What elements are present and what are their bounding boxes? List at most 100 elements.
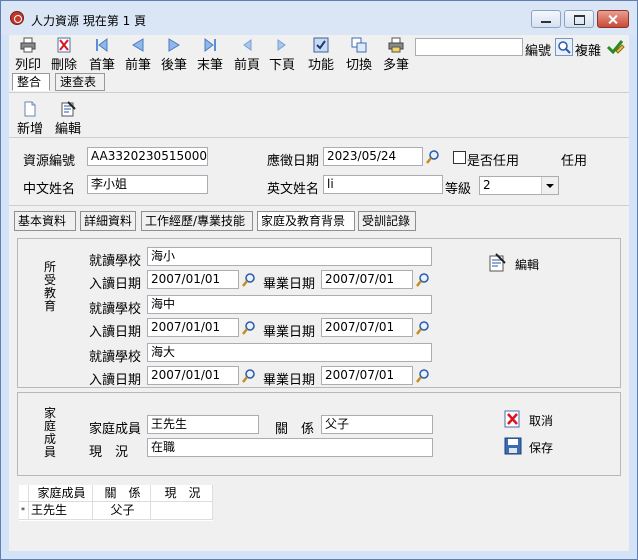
- resource-no-label: 資源編號: [23, 154, 76, 169]
- status-field[interactable]: 在職: [147, 438, 433, 457]
- relation-field[interactable]: 父子: [321, 415, 433, 434]
- first-record-button[interactable]: 首筆: [87, 35, 117, 75]
- next-page-button[interactable]: 下頁: [267, 35, 297, 75]
- school-field[interactable]: 海中: [147, 295, 432, 314]
- apply-date-field[interactable]: 2023/05/24: [323, 147, 423, 166]
- divider: [9, 92, 629, 93]
- app-globe-icon: [10, 11, 24, 25]
- multi-record-button[interactable]: 多筆: [381, 35, 411, 75]
- new-document-icon: [24, 101, 36, 117]
- relation-label: 關 係: [275, 422, 315, 437]
- last-record-icon: [204, 38, 216, 52]
- cancel-label: 取消: [529, 414, 554, 428]
- last-record-button[interactable]: 末筆: [195, 35, 225, 75]
- grad-date-label: 畢業日期: [263, 373, 316, 388]
- delete-icon: [57, 37, 71, 53]
- search-icon[interactable]: [555, 38, 573, 56]
- date-picker-icon[interactable]: [415, 272, 431, 288]
- grade-value: 2: [483, 178, 491, 192]
- previous-record-button[interactable]: 前筆: [123, 35, 153, 75]
- school-label: 就讀學校: [89, 254, 142, 269]
- tab-training-records[interactable]: 受訓記錄: [358, 211, 416, 231]
- english-name-label: 英文姓名: [267, 182, 320, 197]
- copy-label[interactable]: 複雜: [575, 40, 601, 59]
- resource-no-field[interactable]: AA33202305150001: [87, 147, 208, 166]
- chinese-name-field[interactable]: 李小姐: [87, 175, 208, 194]
- english-name-field[interactable]: li: [323, 175, 443, 194]
- enroll-date-label: 入讀日期: [89, 277, 142, 292]
- date-picker-icon[interactable]: [425, 149, 441, 165]
- school-label: 就讀學校: [89, 350, 142, 365]
- family-grid: 家庭成員 關 係 現 況 * 王先生 父子: [19, 485, 213, 521]
- record-number-search-input[interactable]: [415, 38, 523, 56]
- check-pencil-icon[interactable]: [605, 37, 625, 57]
- family-member-label: 家庭成員: [89, 422, 142, 437]
- edit-button[interactable]: 編輯: [53, 99, 83, 137]
- previous-page-button[interactable]: 前頁: [232, 35, 262, 75]
- tab-family-education[interactable]: 家庭及教育背景: [257, 211, 355, 231]
- tab-quick-lookup[interactable]: 速查表: [55, 73, 105, 91]
- tab-work-experience[interactable]: 工作經歷/專業技能: [141, 211, 253, 231]
- tab-details[interactable]: 詳細資料: [80, 211, 136, 231]
- printer-icon: [20, 37, 36, 53]
- grad-date-field[interactable]: 2007/07/01: [321, 270, 413, 289]
- search-label: 編號: [525, 44, 552, 59]
- date-picker-icon[interactable]: [415, 368, 431, 384]
- chinese-name-label: 中文姓名: [23, 182, 76, 197]
- add-button[interactable]: 新增: [15, 99, 45, 137]
- status-label: 現 況: [89, 445, 129, 460]
- enroll-date-field[interactable]: 2007/01/01: [147, 270, 239, 289]
- minimize-button[interactable]: [531, 10, 561, 28]
- enroll-date-label: 入讀日期: [89, 325, 142, 340]
- row-selector-icon[interactable]: *: [19, 502, 29, 520]
- next-record-button[interactable]: 後筆: [159, 35, 189, 75]
- switch-icon: [351, 37, 367, 53]
- function-icon: [313, 37, 329, 53]
- tab-integrated[interactable]: 整合: [12, 73, 50, 91]
- enroll-date-label: 入讀日期: [89, 373, 142, 388]
- divider: [9, 205, 629, 206]
- family-member-field[interactable]: 王先生: [147, 415, 259, 434]
- title-bar: 人力資源 現在第 1 頁: [1, 1, 637, 35]
- switch-button[interactable]: 切換: [344, 35, 374, 75]
- grade-label: 等級: [445, 182, 472, 197]
- date-picker-icon[interactable]: [241, 320, 257, 336]
- close-button[interactable]: [597, 10, 629, 28]
- apply-date-label: 應徵日期: [267, 154, 320, 169]
- enroll-date-field[interactable]: 2007/01/01: [147, 318, 239, 337]
- grad-date-field[interactable]: 2007/07/01: [321, 318, 413, 337]
- grad-date-field[interactable]: 2007/07/01: [321, 366, 413, 385]
- grid-cell-status[interactable]: [151, 502, 213, 520]
- tab-basic-info[interactable]: 基本資料: [14, 211, 76, 231]
- school-label: 就讀學校: [89, 302, 142, 317]
- grad-date-label: 畢業日期: [263, 325, 316, 340]
- column-header-status[interactable]: 現 況: [151, 485, 213, 502]
- hired-label: 是否任用: [467, 154, 520, 169]
- edit-document-icon: [61, 101, 76, 117]
- delete-button[interactable]: 刪除: [49, 35, 79, 75]
- date-picker-icon[interactable]: [241, 368, 257, 384]
- column-header-member[interactable]: 家庭成員: [29, 485, 93, 502]
- previous-record-icon: [132, 38, 144, 52]
- education-section-label: 所受教育: [43, 260, 56, 313]
- school-field[interactable]: 海小: [147, 247, 432, 266]
- chevron-down-icon[interactable]: [541, 177, 558, 194]
- print-button[interactable]: 列印: [13, 35, 43, 75]
- grid-cell-member[interactable]: 王先生: [29, 502, 93, 520]
- next-page-icon: [277, 39, 286, 51]
- maximize-button[interactable]: [564, 10, 594, 28]
- client-area: 列印 刪除 首筆 前筆 後筆 末筆 前頁 下頁 功能 切換 多筆 編號 複雜 整…: [9, 35, 629, 551]
- app-window: 人力資源 現在第 1 頁 列印 刪除 首筆 前筆 後筆 末筆 前頁 下頁 功能 …: [0, 0, 638, 560]
- grade-select[interactable]: 2: [479, 176, 559, 195]
- date-picker-icon[interactable]: [415, 320, 431, 336]
- function-button[interactable]: 功能: [306, 35, 336, 75]
- hired-checkbox[interactable]: [453, 151, 466, 164]
- enroll-date-field[interactable]: 2007/01/01: [147, 366, 239, 385]
- hired-status: 任用: [561, 154, 588, 169]
- column-header-relation[interactable]: 關 係: [93, 485, 151, 502]
- school-field[interactable]: 海大: [147, 343, 432, 362]
- window-title: 人力資源 現在第 1 頁: [31, 14, 147, 28]
- date-picker-icon[interactable]: [241, 272, 257, 288]
- grid-cell-relation[interactable]: 父子: [93, 502, 151, 520]
- education-edit-label: 編輯: [515, 258, 540, 272]
